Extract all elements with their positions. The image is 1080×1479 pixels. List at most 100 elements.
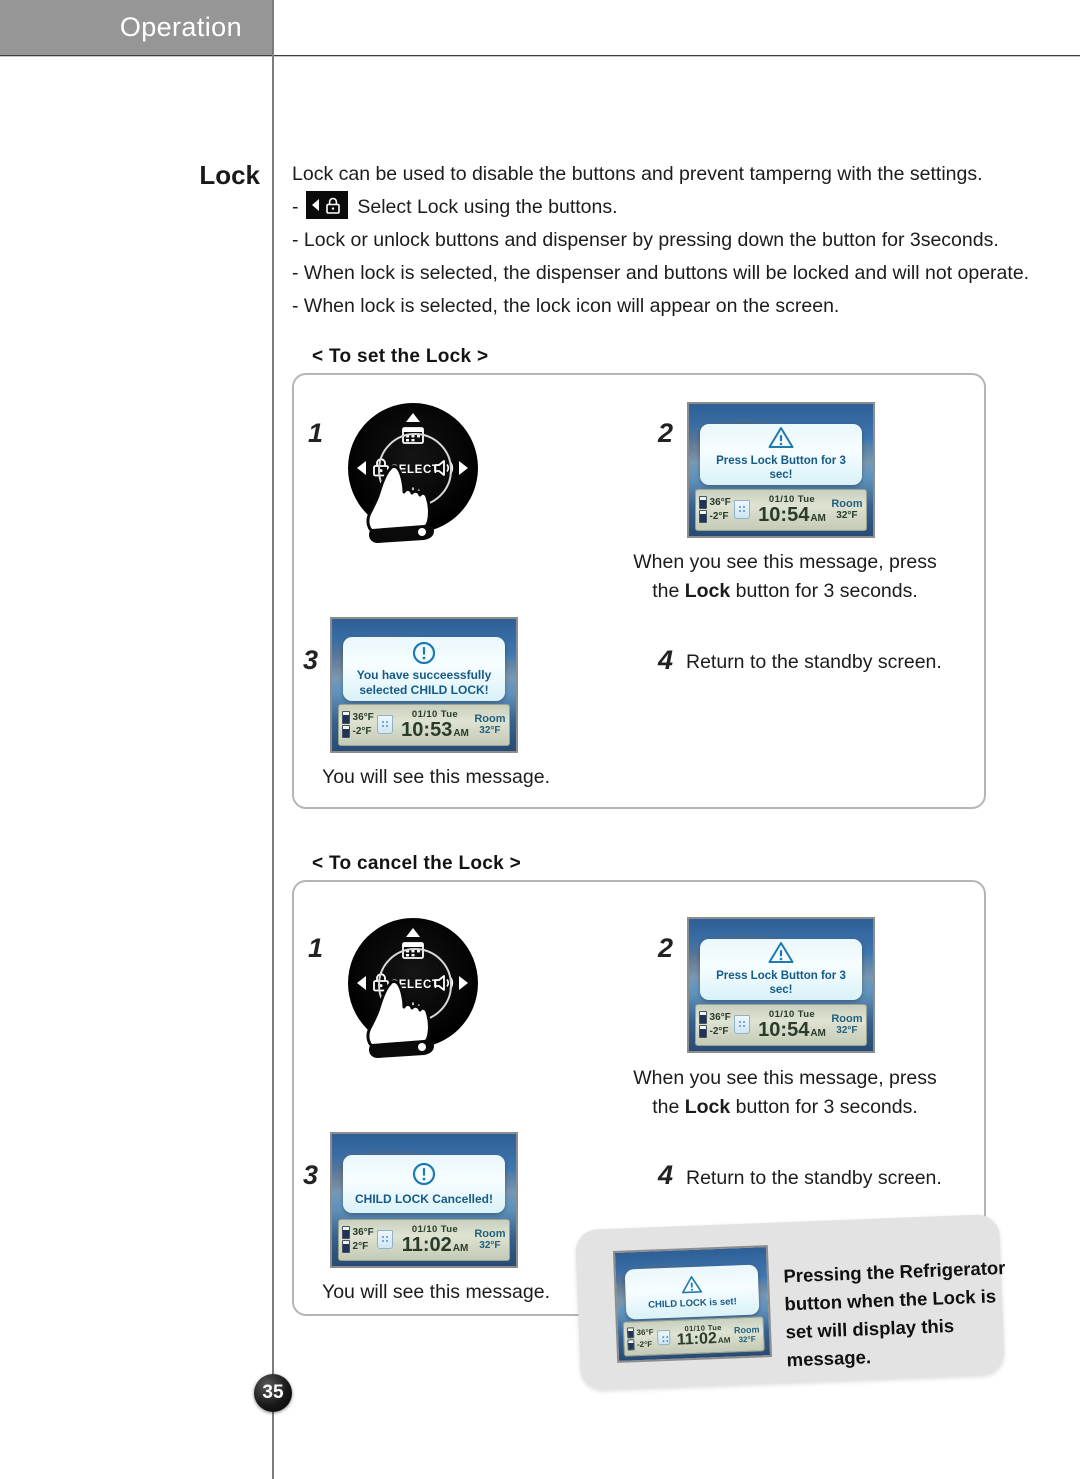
thermometer-icon xyxy=(698,496,707,510)
lcd-message-line-1: You have succeessfully xyxy=(356,668,492,683)
room-temp-value: 32°F xyxy=(836,510,858,522)
pointing-hand-icon xyxy=(366,465,434,543)
callout-text: Pressing the Refrigerator button when th… xyxy=(783,1254,1017,1375)
status-datetime: 01/10 Tue 10:54 AM xyxy=(753,490,832,530)
status-room: Room 32°F xyxy=(831,490,866,530)
caption-step2-set: When you see this message, press the Loc… xyxy=(625,548,945,606)
intro-line-1: Lock can be used to disable the buttons … xyxy=(292,163,983,185)
freezer-temp: -2°F xyxy=(698,510,731,524)
exclamation-circle-icon xyxy=(412,641,436,665)
fridge-temp-value: 36°F xyxy=(352,712,374,724)
fridge-temp: 36°F xyxy=(698,496,731,510)
header-divider xyxy=(0,55,1080,57)
step-number-1-set: 1 xyxy=(308,418,324,448)
lcd-message-line-1: CHILD LOCK Cancelled! xyxy=(354,1191,493,1206)
status-meridiem: AM xyxy=(453,727,469,739)
intro-line-2: - Select Lock using the buttons. xyxy=(292,191,1012,224)
thermometer-icon xyxy=(341,1240,350,1254)
freezer-temp: 2°F xyxy=(341,1240,374,1254)
warning-triangle-icon xyxy=(768,941,794,964)
pointing-hand-icon xyxy=(366,980,434,1058)
status-room: Room 32°F xyxy=(474,705,509,745)
caption-step2-set-line1: When you see this message, press xyxy=(633,551,937,573)
ice-dispenser-indicator xyxy=(731,1005,753,1045)
caption-post: button for 3 seconds. xyxy=(730,1096,918,1118)
freezer-temp-value: -2°F xyxy=(636,1339,653,1350)
water-glass-icon xyxy=(733,500,750,520)
control-dial-set[interactable]: SELECT xyxy=(348,403,478,543)
status-room: Room 32°F xyxy=(474,1220,509,1260)
caption-bold-lock: Lock xyxy=(684,1096,731,1118)
lcd-message-box: CHILD LOCK is set! xyxy=(624,1264,760,1320)
intro-dash: - xyxy=(292,196,299,218)
thermometer-icon xyxy=(626,1327,634,1339)
lcd-status-bar: 36°F -2°F 01/10 Tue 10:54 AM Room 32°F xyxy=(694,489,868,531)
freezer-temp-value: 2°F xyxy=(352,1241,369,1253)
left-arrow-icon[interactable] xyxy=(357,461,366,475)
page-number-badge: 35 xyxy=(254,1374,292,1412)
right-arrow-icon[interactable] xyxy=(459,461,468,475)
room-label: Room xyxy=(474,713,506,726)
status-time-value: 10:53 xyxy=(401,718,453,741)
status-temps: 36°F -2°F xyxy=(696,490,731,530)
status-datetime: 01/10 Tue 10:54 AM xyxy=(753,1005,832,1045)
lcd-message-line-2: selected CHILD LOCK! xyxy=(359,682,489,697)
status-meridiem: AM xyxy=(717,1335,731,1346)
lcd-screen-child-lock-cancelled: CHILD LOCK Cancelled! 36°F 2°F 01/10 Tue… xyxy=(330,1132,518,1268)
fridge-temp: 36°F xyxy=(341,711,374,725)
up-arrow-icon[interactable] xyxy=(406,928,420,937)
thermometer-icon xyxy=(341,1226,350,1240)
caption-step2-cancel-line1: When you see this message, press xyxy=(633,1067,937,1089)
right-arrow-icon[interactable] xyxy=(459,976,468,990)
status-room: Room 32°F xyxy=(734,1318,765,1351)
status-datetime: 01/10 Tue 11:02 AM xyxy=(672,1319,735,1354)
lcd-status-bar: 36°F -2°F 01/10 Tue 11:02 AM Room 32°F xyxy=(622,1316,766,1357)
status-temps: 36°F -2°F xyxy=(696,1005,731,1045)
intro-text: Lock can be used to disable the buttons … xyxy=(292,158,1029,323)
status-datetime: 01/10 Tue 10:53 AM xyxy=(396,705,475,745)
step-number-1-cancel: 1 xyxy=(308,933,324,963)
status-temps: 36°F 2°F xyxy=(339,1220,374,1260)
control-dial-cancel[interactable]: SELECT xyxy=(348,918,478,1058)
caption-pre: the xyxy=(652,1096,685,1118)
lcd-status-bar: 36°F -2°F 01/10 Tue 10:54 AM Room 32°F xyxy=(694,1004,868,1046)
caption-post: button for 3 seconds. xyxy=(730,580,918,602)
up-arrow-icon[interactable] xyxy=(406,413,420,422)
caption-step4-set: Return to the standby screen. xyxy=(686,651,942,673)
fridge-temp-value: 36°F xyxy=(709,497,731,509)
lcd-message-line-1: Press Lock Button for 3 sec! xyxy=(716,455,846,482)
left-arrow-icon[interactable] xyxy=(357,976,366,990)
lcd-screen-child-lock-selected: You have succeessfully selected CHILD LO… xyxy=(330,617,518,753)
page-title: Operation xyxy=(119,12,242,42)
water-glass-icon xyxy=(733,1015,750,1035)
lcd-status-bar: 36°F 2°F 01/10 Tue 11:02 AM Room 32°F xyxy=(337,1219,511,1261)
caption-step2-set-line2: the Lock button for 3 seconds. xyxy=(625,577,945,606)
status-room: Room 32°F xyxy=(831,1005,866,1045)
status-time: 10:53 AM xyxy=(401,720,469,740)
lock-button-icon xyxy=(305,191,348,219)
lcd-message-box: Press Lock Button for 3 sec! xyxy=(700,423,862,485)
fridge-temp: 36°F xyxy=(626,1327,654,1339)
section-title-set-lock: < To set the Lock > xyxy=(312,346,489,367)
status-meridiem: AM xyxy=(810,512,826,524)
ice-dispenser-indicator xyxy=(731,490,753,530)
room-label: Room xyxy=(733,1324,760,1336)
caption-step3-set: You will see this message. xyxy=(322,766,550,788)
intro-line-2-text: Select Lock using the buttons. xyxy=(357,196,618,218)
thermometer-icon xyxy=(341,711,350,725)
status-temps: 36°F -2°F xyxy=(339,705,374,745)
warning-triangle-icon xyxy=(681,1274,703,1294)
freezer-temp: -2°F xyxy=(341,725,374,739)
thermometer-icon xyxy=(341,725,350,739)
status-temps: 36°F -2°F xyxy=(623,1322,654,1356)
section-title-cancel-lock: < To cancel the Lock > xyxy=(312,853,521,874)
lcd-message-line-1: CHILD LOCK is set! xyxy=(647,1296,737,1311)
status-time-value: 11:02 xyxy=(676,1330,718,1349)
room-temp-value: 32°F xyxy=(836,1025,858,1037)
ice-dispenser-indicator xyxy=(374,1220,396,1260)
ice-dispenser-indicator xyxy=(653,1321,673,1354)
room-temp-value: 32°F xyxy=(479,1240,501,1252)
lcd-message-line-1: Press Lock Button for 3 sec! xyxy=(716,970,846,997)
status-time-value: 11:02 xyxy=(401,1233,452,1256)
caption-step4-cancel: Return to the standby screen. xyxy=(686,1167,942,1189)
